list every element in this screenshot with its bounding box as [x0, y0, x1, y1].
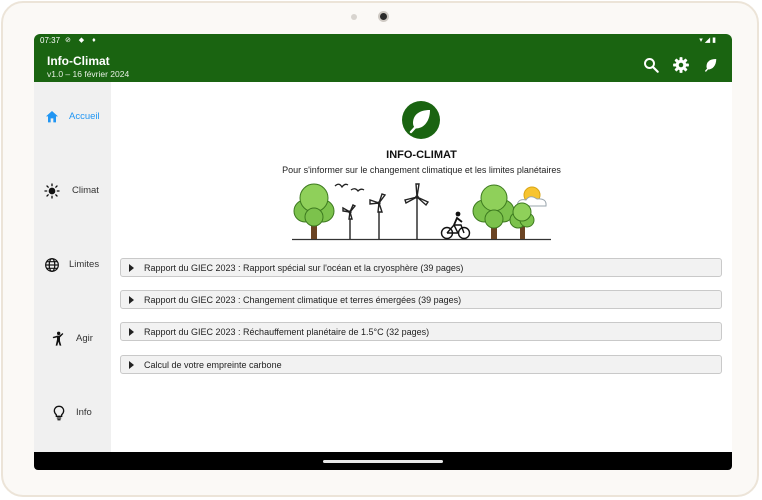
accordion-empreinte-carbone[interactable]: Calcul de votre empreinte carbone: [120, 355, 722, 374]
main-content: INFO-CLIMAT Pour s'informer sur le chang…: [111, 82, 732, 452]
sensor-dot: [351, 14, 357, 20]
globe-icon: [45, 258, 59, 272]
tagline: Pour s'informer sur le changement climat…: [282, 165, 561, 175]
nav-label: Accueil: [69, 111, 100, 122]
tablet-frame: 07:37 ⊘ ◆ ♦ ▾◢▮ Info-Climat v1.0 – 16 fé…: [1, 1, 759, 497]
gesture-handle[interactable]: [323, 460, 443, 463]
app-logo: [402, 101, 440, 139]
app-bar: Info-Climat v1.0 – 16 février 2024: [34, 48, 732, 82]
gear-icon[interactable]: [672, 56, 690, 74]
brand-title: INFO-CLIMAT: [386, 149, 457, 161]
accordion-label: Calcul de votre empreinte carbone: [144, 360, 282, 370]
status-time: 07:37: [40, 36, 61, 45]
accordion-giec-rechauffement[interactable]: Rapport du GIEC 2023 : Réchauffement pla…: [120, 322, 722, 341]
leaf-icon[interactable]: [702, 56, 720, 74]
nav-item-accueil[interactable]: Accueil: [34, 98, 111, 138]
leaf-logo-icon: [409, 110, 430, 134]
screen: 07:37 ⊘ ◆ ♦ ▾◢▮ Info-Climat v1.0 – 16 fé…: [34, 34, 732, 470]
nav-item-climat[interactable]: Climat: [34, 172, 111, 212]
nav-item-info[interactable]: Info: [34, 394, 111, 434]
notification-icons: ⊘ ◆ ♦: [65, 37, 99, 44]
nav-item-limites[interactable]: Limites: [34, 246, 111, 286]
nav-label: Limites: [69, 259, 100, 270]
navigation-rail: Accueil Climat Limites Agir Info: [34, 82, 111, 452]
status-bar: 07:37 ⊘ ◆ ♦ ▾◢▮: [34, 34, 732, 48]
front-camera: [378, 11, 389, 22]
nav-label: Info: [76, 407, 92, 418]
sun-icon: [44, 183, 60, 199]
accordion-giec-terres[interactable]: Rapport du GIEC 2023 : Changement climat…: [120, 290, 722, 309]
system-status-icons: ▾◢▮: [699, 37, 718, 44]
search-icon[interactable]: [642, 56, 660, 74]
system-nav-bar: [34, 452, 732, 470]
accordion-label: Rapport du GIEC 2023 : Rapport spécial s…: [144, 263, 464, 273]
nav-item-agir[interactable]: Agir: [34, 320, 111, 360]
expand-arrow-icon: [129, 361, 134, 369]
accordion-label: Rapport du GIEC 2023 : Changement climat…: [144, 295, 462, 305]
accordion-giec-ocean[interactable]: Rapport du GIEC 2023 : Rapport spécial s…: [120, 258, 722, 277]
person-icon: [52, 331, 64, 346]
app-title: Info-Climat: [47, 54, 110, 68]
lightbulb-icon: [53, 405, 65, 421]
expand-arrow-icon: [129, 264, 134, 272]
home-icon: [46, 111, 58, 123]
accordion-label: Rapport du GIEC 2023 : Réchauffement pla…: [144, 327, 430, 337]
climate-illustration: [292, 183, 551, 241]
expand-arrow-icon: [129, 296, 134, 304]
app-version: v1.0 – 16 février 2024: [47, 69, 130, 79]
expand-arrow-icon: [129, 328, 134, 336]
nav-label: Climat: [72, 185, 99, 196]
nav-label: Agir: [76, 333, 93, 344]
